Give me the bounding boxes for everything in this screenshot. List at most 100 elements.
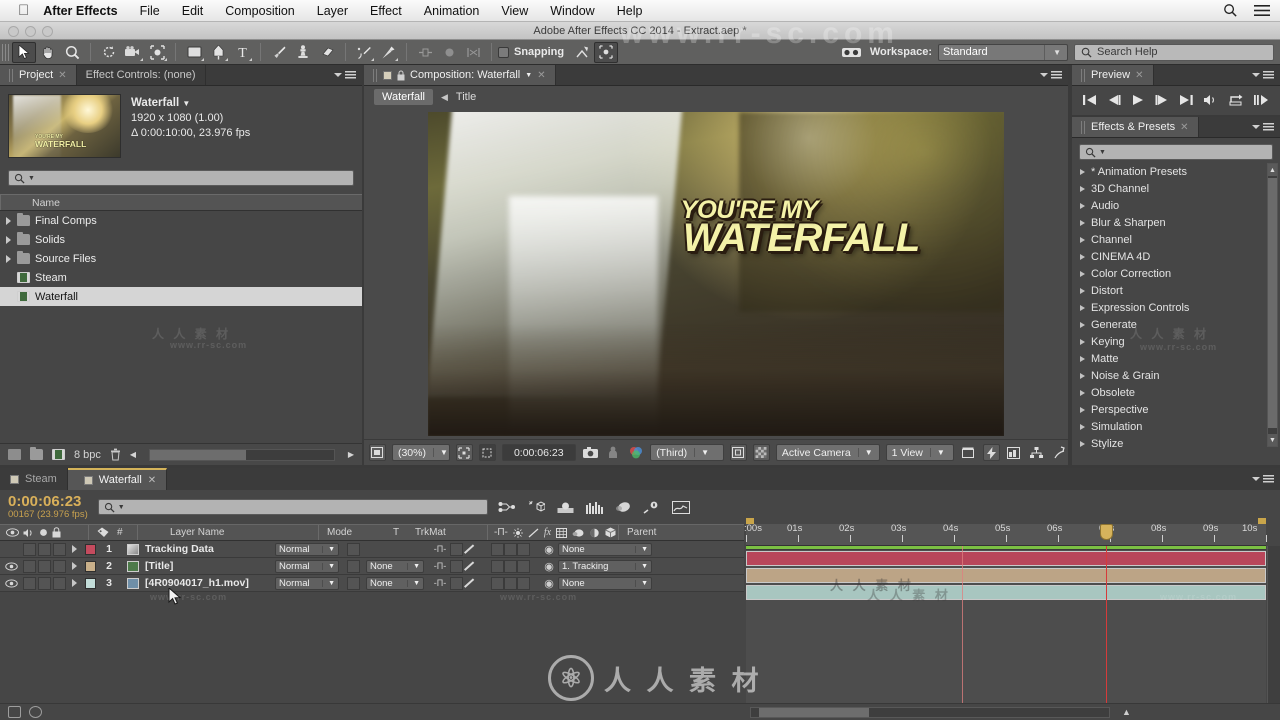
list-item[interactable]: Audio bbox=[1072, 197, 1280, 214]
disclosure-triangle-icon[interactable] bbox=[1080, 185, 1085, 192]
preserve-transparency-toggle[interactable] bbox=[347, 576, 360, 590]
close-button[interactable] bbox=[8, 26, 19, 37]
composition-panel-menu-button[interactable] bbox=[1034, 65, 1068, 85]
type-tool[interactable]: T bbox=[230, 42, 254, 63]
scroll-right-icon[interactable]: ▶ bbox=[348, 450, 362, 459]
disclosure-triangle-icon[interactable] bbox=[1080, 355, 1085, 362]
roto-brush-flyout-icon[interactable] bbox=[371, 57, 374, 61]
label-color-swatch[interactable] bbox=[84, 577, 96, 589]
chevron-down-icon[interactable]: ▼ bbox=[635, 579, 648, 587]
timeline-time-display[interactable]: 0:00:06:23 00167 (23.976 fps) bbox=[8, 494, 88, 520]
loop-icon[interactable] bbox=[1229, 94, 1244, 106]
hand-tool[interactable] bbox=[36, 42, 60, 63]
timeline-vertical-scrollbar[interactable] bbox=[1267, 546, 1280, 703]
layer-parent-select[interactable]: None ▼ bbox=[558, 542, 652, 556]
zoom-out-icon[interactable]: ▲ bbox=[1122, 707, 1131, 717]
ram-preview-icon[interactable] bbox=[1253, 94, 1269, 106]
draft-3d-icon[interactable] bbox=[528, 500, 545, 514]
disclosure-triangle-icon[interactable] bbox=[1080, 389, 1085, 396]
lock-icon[interactable] bbox=[397, 70, 405, 81]
disclosure-triangle-icon[interactable] bbox=[6, 254, 11, 263]
breadcrumb-arrow-icon[interactable]: ◀ bbox=[441, 92, 448, 103]
mask-dot-icon[interactable] bbox=[437, 42, 461, 63]
disclosure-triangle-icon[interactable] bbox=[1080, 406, 1085, 413]
layer-name[interactable]: [4R0904017_h1.mov] bbox=[145, 577, 249, 589]
quality-toggle[interactable] bbox=[463, 577, 479, 590]
disclosure-triangle-icon[interactable] bbox=[71, 545, 77, 553]
chevron-down-icon[interactable]: ▼ bbox=[407, 579, 420, 587]
camera-tool-flyout-icon[interactable] bbox=[140, 57, 143, 61]
chevron-down-icon[interactable]: ▼ bbox=[322, 562, 335, 570]
window-controls[interactable] bbox=[8, 26, 53, 37]
layer-trkmat-select[interactable]: None ▼ bbox=[366, 576, 424, 590]
table-row[interactable]: 1 Tracking Data Normal ▼ -П- ◉ None ▼ bbox=[0, 541, 744, 558]
disclosure-triangle-icon[interactable] bbox=[1080, 372, 1085, 379]
tab-timeline-waterfall[interactable]: Waterfall ✕ bbox=[67, 468, 168, 490]
resolution-select[interactable]: (Third) ▼ bbox=[650, 444, 724, 461]
zoom-button[interactable] bbox=[42, 26, 53, 37]
chevron-down-icon[interactable]: ▼ bbox=[432, 448, 448, 457]
disclosure-triangle-icon[interactable] bbox=[1080, 287, 1085, 294]
close-icon[interactable]: ✕ bbox=[1180, 122, 1188, 133]
quality-toggle[interactable] bbox=[463, 543, 479, 556]
list-item[interactable]: Simulation bbox=[1072, 418, 1280, 435]
chevron-down-icon[interactable]: ▼ bbox=[694, 448, 709, 457]
list-item[interactable]: Final Comps bbox=[0, 211, 362, 230]
tab-effect-controls[interactable]: Effect Controls: (none) bbox=[76, 65, 206, 85]
list-item[interactable]: Expression Controls bbox=[1072, 299, 1280, 316]
tab-grip[interactable] bbox=[1081, 68, 1086, 82]
menu-window[interactable]: Window bbox=[539, 0, 605, 22]
shape-tool[interactable] bbox=[182, 42, 206, 63]
previous-frame-icon[interactable] bbox=[1107, 94, 1121, 106]
list-item[interactable]: Generate bbox=[1072, 316, 1280, 333]
solo-toggle[interactable] bbox=[38, 559, 51, 573]
disclosure-triangle-icon[interactable] bbox=[1080, 236, 1085, 243]
pan-behind-tool[interactable] bbox=[145, 42, 169, 63]
shy-toggle[interactable]: -П- bbox=[430, 544, 450, 554]
timeline-panel-menu-button[interactable] bbox=[1246, 468, 1280, 490]
timeline-icon[interactable] bbox=[1006, 444, 1023, 461]
lock-toggle[interactable] bbox=[53, 576, 66, 590]
new-footage-icon[interactable] bbox=[52, 449, 65, 460]
align-icon[interactable] bbox=[413, 42, 437, 63]
snapping-checkbox[interactable] bbox=[498, 46, 509, 58]
chevron-down-icon[interactable]: ▼ bbox=[407, 562, 420, 570]
preserve-transparency-toggle[interactable] bbox=[347, 542, 360, 556]
audio-toggle[interactable] bbox=[23, 559, 36, 573]
scrollbar-thumb[interactable] bbox=[150, 449, 247, 460]
parent-pickwhip-icon[interactable]: ◉ bbox=[540, 577, 558, 590]
list-item[interactable]: Blur & Sharpen bbox=[1072, 214, 1280, 231]
composition-canvas[interactable]: YOU'RE MY WATERFALL bbox=[428, 111, 1004, 436]
type-tool-flyout-icon[interactable] bbox=[249, 57, 252, 61]
chevron-down-icon[interactable]: ▼ bbox=[929, 448, 945, 457]
label-color-swatch[interactable] bbox=[84, 543, 96, 555]
pen-tool[interactable] bbox=[206, 42, 230, 63]
table-row[interactable]: 2 [Title] Normal ▼ None ▼ -П- ◉ 1. Track… bbox=[0, 558, 744, 575]
disclosure-triangle-icon[interactable] bbox=[1080, 219, 1085, 226]
close-icon[interactable]: ✕ bbox=[58, 70, 66, 81]
motion-blur-toggle[interactable] bbox=[504, 559, 517, 573]
layer-bar-title[interactable] bbox=[746, 568, 1266, 583]
graph-editor-icon[interactable] bbox=[643, 501, 660, 514]
audio-toggle[interactable] bbox=[23, 576, 36, 590]
list-item-selected[interactable]: Waterfall bbox=[0, 287, 362, 306]
new-folder-icon[interactable] bbox=[30, 447, 43, 460]
close-icon[interactable]: ✕ bbox=[1135, 70, 1143, 81]
list-item[interactable]: Obsolete bbox=[1072, 384, 1280, 401]
effects-vertical-scrollbar[interactable]: ▲ ▼ bbox=[1267, 163, 1278, 447]
disclosure-triangle-icon[interactable] bbox=[1080, 202, 1085, 209]
menu-composition[interactable]: Composition bbox=[214, 0, 305, 22]
collapse-transformations-toggle[interactable] bbox=[450, 576, 463, 590]
workspace-select[interactable]: Standard ▼ bbox=[938, 43, 1068, 61]
scroll-left-icon[interactable]: ◀ bbox=[130, 450, 136, 459]
tab-project[interactable]: Project ✕ bbox=[0, 65, 77, 85]
tab-grip[interactable] bbox=[1081, 120, 1086, 134]
comp-timecode[interactable]: 0:00:06:23 bbox=[501, 444, 576, 461]
title-safe-icon[interactable] bbox=[729, 444, 747, 461]
apple-icon[interactable]:  bbox=[18, 3, 29, 18]
menu-edit[interactable]: Edit bbox=[171, 0, 215, 22]
disclosure-triangle-icon[interactable] bbox=[1080, 304, 1085, 311]
layer-name[interactable]: Tracking Data bbox=[145, 543, 214, 555]
collapse-transformations-toggle[interactable] bbox=[450, 542, 463, 556]
comp-flowchart-icon[interactable] bbox=[1028, 444, 1045, 461]
